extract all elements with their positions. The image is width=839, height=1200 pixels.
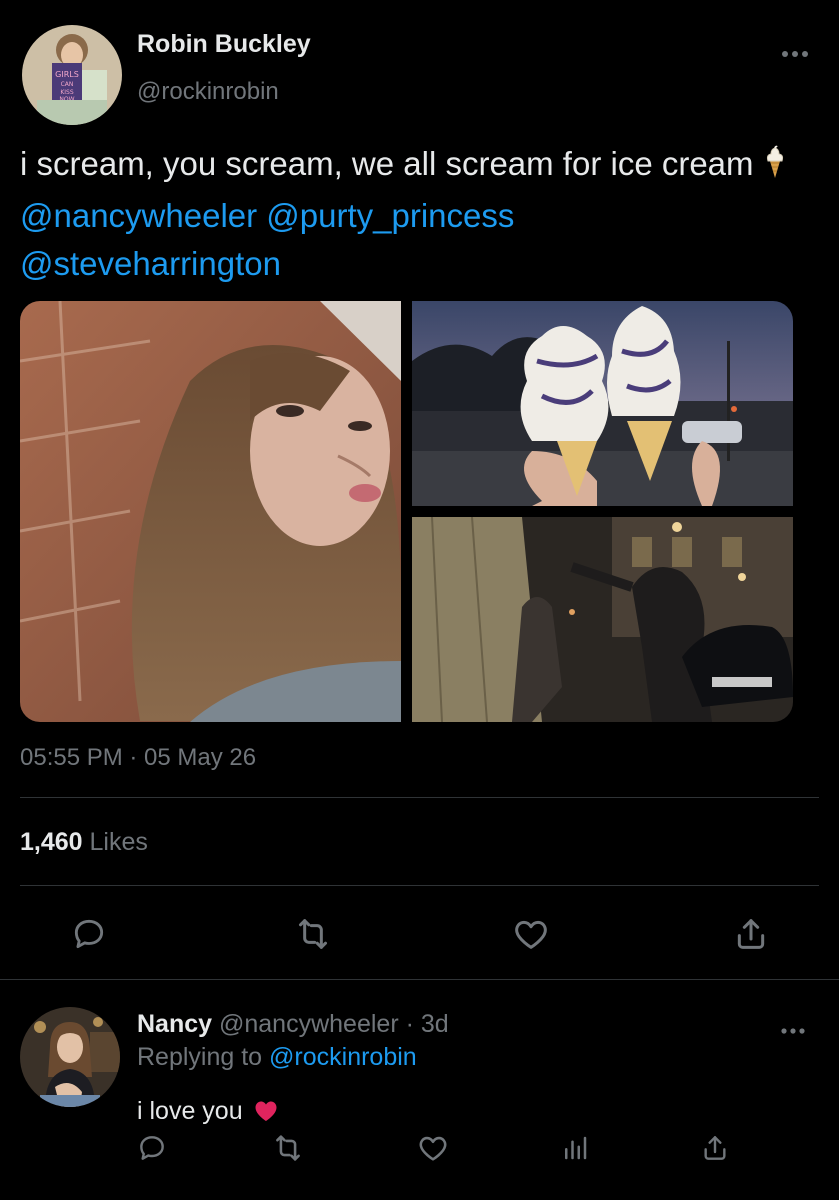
media-photo-selfie[interactable] — [20, 301, 401, 722]
svg-text:GIRLS: GIRLS — [55, 70, 79, 79]
soft-ice-cream-icon — [762, 144, 788, 192]
reply-button[interactable] — [67, 912, 111, 956]
tweet-text: i scream, you scream, we all scream for … — [20, 140, 810, 288]
avatar[interactable] — [20, 1007, 120, 1107]
divider — [20, 797, 819, 798]
mention-link[interactable]: @purty_princess — [266, 197, 514, 234]
reply-age[interactable]: · 3d — [406, 1010, 449, 1038]
reply-icon — [74, 919, 104, 949]
like-button[interactable] — [413, 1128, 453, 1168]
share-button[interactable] — [729, 912, 773, 956]
reply-button[interactable] — [132, 1128, 172, 1168]
replying-to-mention[interactable]: @rockinrobin — [269, 1043, 417, 1071]
mention-link[interactable]: @steveharrington — [20, 245, 281, 282]
like-button[interactable] — [509, 912, 553, 956]
media-photo-street[interactable] — [412, 516, 793, 722]
retweet-button[interactable] — [291, 912, 335, 956]
reply-icon — [140, 1136, 164, 1160]
replying-to: Replying to @rockinrobin — [137, 1043, 417, 1072]
reply-author-name[interactable]: Nancy — [137, 1010, 212, 1038]
likes-count: 1,460 — [20, 828, 83, 856]
analytics-button[interactable] — [555, 1128, 595, 1168]
svg-text:KISS: KISS — [60, 89, 74, 96]
retweet-icon — [299, 919, 327, 949]
media-photo-ice-cream[interactable] — [412, 301, 793, 506]
author-name[interactable]: Robin Buckley — [137, 30, 311, 59]
share-icon — [737, 919, 765, 949]
more-horizontal-icon[interactable] — [780, 1015, 806, 1041]
retweet-button[interactable] — [268, 1128, 308, 1168]
reply-text: i love you — [137, 1097, 278, 1129]
divider — [20, 885, 819, 886]
likes-label: Likes — [89, 828, 148, 856]
replying-to-label: Replying to — [137, 1043, 263, 1071]
avatar[interactable]: GIRLS CAN KISS NOW — [22, 25, 122, 125]
tweet-text-body: i scream, you scream, we all scream for … — [20, 145, 754, 182]
reply-author-handle[interactable]: @nancywheeler — [219, 1010, 399, 1038]
author-handle[interactable]: @rockinrobin — [137, 78, 279, 106]
share-icon — [704, 1136, 726, 1160]
share-button[interactable] — [695, 1128, 735, 1168]
tweet-timestamp[interactable]: 05:55 PM · 05 May 26 — [20, 744, 256, 772]
more-horizontal-icon[interactable] — [780, 40, 810, 64]
media-grid — [20, 301, 793, 722]
red-heart-icon — [254, 1100, 278, 1129]
like-icon — [419, 1136, 447, 1161]
like-icon — [515, 920, 547, 949]
likes-stat[interactable]: 1,460 Likes — [20, 828, 148, 857]
reply-header: Nancy @nancywheeler · 3d — [137, 1010, 449, 1039]
reply-text-body: i love you — [137, 1097, 243, 1125]
retweet-icon — [276, 1135, 300, 1161]
analytics-icon — [565, 1136, 587, 1160]
mention-link[interactable]: @nancywheeler — [20, 197, 257, 234]
main-tweet: GIRLS CAN KISS NOW Robin Buckley @rockin… — [0, 0, 839, 980]
svg-text:CAN: CAN — [61, 81, 74, 88]
reply-tweet[interactable]: Nancy @nancywheeler · 3d Replying to @ro… — [0, 980, 839, 1200]
